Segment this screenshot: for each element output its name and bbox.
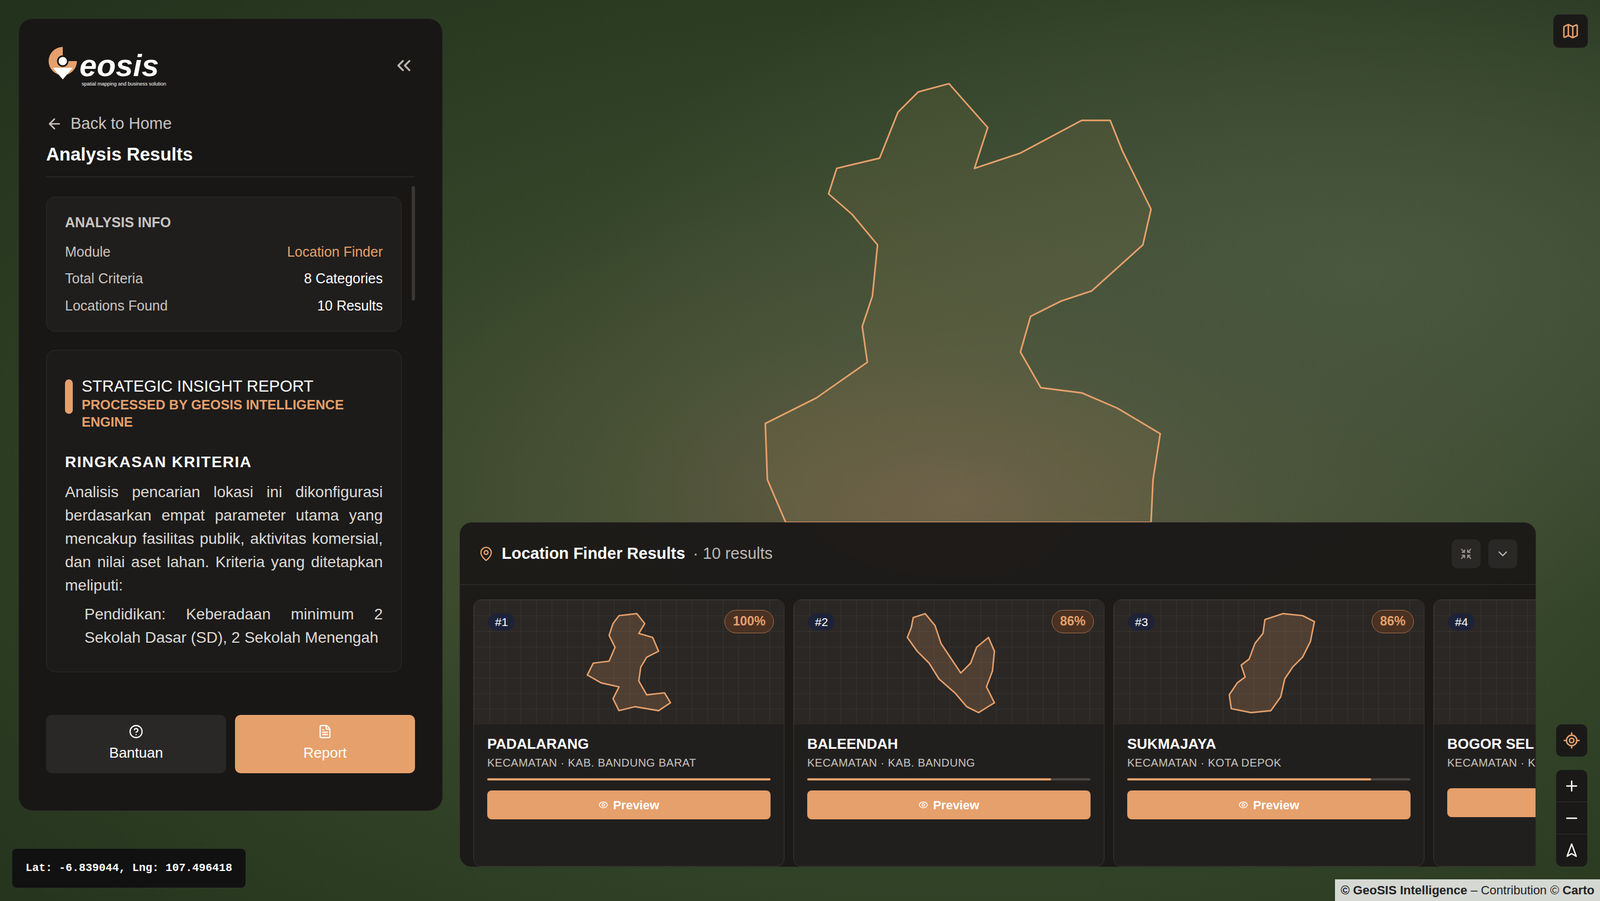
insight-report-card: STRATEGIC INSIGHT REPORTPROCESSED BY GEO… xyxy=(46,350,402,672)
score-badge: 86% xyxy=(1051,610,1094,634)
report-title: STRATEGIC INSIGHT REPORT xyxy=(81,377,383,396)
zoom-in-button[interactable] xyxy=(1556,770,1588,803)
score-badge: 86% xyxy=(1371,610,1414,634)
map-layers-button[interactable] xyxy=(1553,14,1588,48)
scrollbar-thumb[interactable] xyxy=(411,186,415,301)
file-icon xyxy=(317,724,333,739)
expand-button[interactable] xyxy=(1451,539,1481,569)
result-card[interactable]: #2 86% BALEENDAH KECAMATAN · KAB. BANDUNG Pr… xyxy=(793,599,1105,867)
report-button[interactable]: Report xyxy=(235,715,415,774)
eye-icon xyxy=(598,800,609,810)
collapse-icon[interactable] xyxy=(392,54,415,77)
compass-button[interactable] xyxy=(1556,834,1588,867)
plus-icon xyxy=(1563,777,1580,795)
score-bar xyxy=(807,778,1091,781)
coordinates: Lat: -6.839044, Lng: 107.496418 xyxy=(12,848,246,888)
rank-badge: #2 xyxy=(808,613,835,631)
area-shape-icon xyxy=(576,607,682,717)
chevron-down-icon xyxy=(1495,546,1510,562)
criteria-item: Pendidikan: Keberadaan minimum 2 Sekolah… xyxy=(84,602,383,650)
area-shape-icon xyxy=(896,607,1002,717)
area-shape-icon xyxy=(1216,607,1322,717)
logo[interactable]: eosisspatial mapping and business soluti… xyxy=(46,44,167,88)
map-icon xyxy=(1561,22,1580,40)
zoom-out-button[interactable] xyxy=(1556,802,1588,835)
eye-icon xyxy=(918,800,929,810)
location-subtitle: KECAMATAN · KAB. BANDUNG xyxy=(807,756,1091,770)
app: eosisspatial mapping and business soluti… xyxy=(0,0,1600,901)
help-button[interactable]: Bantuan xyxy=(46,715,227,774)
analysis-info-card: ANALYSIS INFOModuleLocation FinderTotal … xyxy=(46,196,402,333)
collapse-button[interactable] xyxy=(1488,539,1518,569)
location-subtitle: KECAMATAN · KAB. BANDUNG BARAT xyxy=(487,756,771,770)
locate-icon xyxy=(1562,731,1581,750)
location-subtitle: KECAMATAN · K xyxy=(1447,756,1536,770)
preview-button[interactable] xyxy=(1447,788,1536,818)
logo-pin-icon xyxy=(46,44,80,82)
location-name: BALEENDAH xyxy=(807,735,1091,753)
results-count: · 10 results xyxy=(692,541,773,567)
location-name: SUKMAJAYA xyxy=(1127,735,1411,753)
criteria-paragraph: Analisis pencarian lokasi ini dikonfigur… xyxy=(65,480,383,598)
info-row: ModuleLocation Finder xyxy=(65,242,383,262)
rank-badge: #4 xyxy=(1448,613,1475,631)
eye-icon xyxy=(1238,800,1249,810)
scroll-area[interactable]: ANALYSIS INFOModuleLocation FinderTotal … xyxy=(46,177,415,697)
compass-icon xyxy=(1563,842,1580,859)
result-card[interactable]: #4 BOGOR SEL KECAMATAN · K xyxy=(1433,599,1536,867)
criteria-heading: RINGKASAN KRITERIA xyxy=(65,452,383,472)
attribution: © GeoSIS Intelligence – Contribution © C… xyxy=(1335,879,1600,901)
results-panel: Location Finder Results · 10 results #1 100… xyxy=(459,522,1537,868)
preview-button[interactable]: Preview xyxy=(487,790,771,820)
location-name: PADALARANG xyxy=(487,735,771,753)
location-subtitle: KECAMATAN · KOTA DEPOK xyxy=(1127,756,1411,770)
score-badge: 100% xyxy=(724,610,774,634)
rank-badge: #3 xyxy=(1128,613,1155,631)
card-thumbnail: #3 86% xyxy=(1113,600,1424,725)
sidebar: eosisspatial mapping and business soluti… xyxy=(18,18,443,812)
result-card[interactable]: #3 86% SUKMAJAYA KECAMATAN · KOTA DEPOK Prev… xyxy=(1113,599,1425,867)
rank-badge: #1 xyxy=(488,613,515,631)
card-thumbnail: #1 100% xyxy=(473,600,784,725)
info-row: Locations Found10 Results xyxy=(65,296,383,315)
help-icon xyxy=(128,724,144,739)
report-subtitle: PROCESSED BY GEOSIS INTELLIGENCE ENGINE xyxy=(81,396,383,431)
shrink-icon xyxy=(1460,547,1473,560)
card-thumbnail: #4 xyxy=(1433,600,1536,725)
back-link[interactable]: Back to Home xyxy=(46,111,415,137)
preview-button[interactable]: Preview xyxy=(1127,790,1411,820)
arrow-left-icon xyxy=(46,115,63,133)
preview-button[interactable]: Preview xyxy=(807,790,1091,820)
page-title: Analysis Results xyxy=(46,143,415,166)
score-bar xyxy=(487,778,771,781)
location-name: BOGOR SEL xyxy=(1447,735,1536,753)
pin-icon xyxy=(478,546,494,562)
logo-tagline: spatial mapping and business solution xyxy=(81,81,167,88)
info-row: Total Criteria8 Categories xyxy=(65,269,383,288)
score-bar xyxy=(1127,778,1411,781)
card-thumbnail: #2 86% xyxy=(793,600,1104,725)
results-title: Location Finder Results xyxy=(501,541,685,567)
locate-button[interactable] xyxy=(1556,724,1588,757)
result-card[interactable]: #1 100% PADALARANG KECAMATAN · KAB. BANDUNG… xyxy=(473,599,785,867)
minus-icon xyxy=(1563,810,1580,827)
